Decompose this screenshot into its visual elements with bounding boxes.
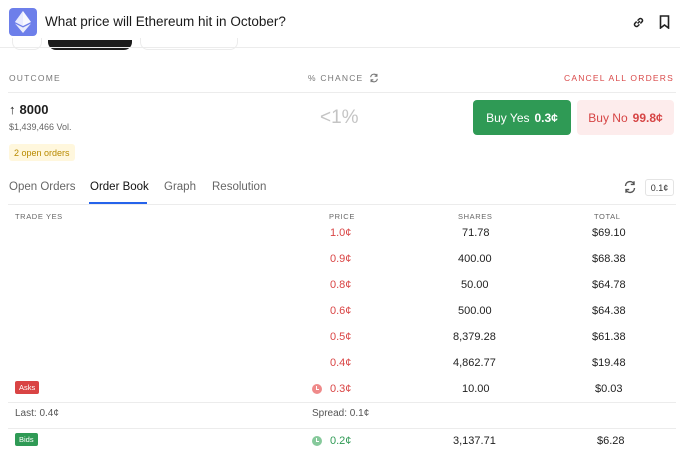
ask-row[interactable]: 1.0¢ 71.78 $69.10 <box>0 228 680 246</box>
ask-total: $64.38 <box>592 305 626 317</box>
ask-total: $64.78 <box>592 279 626 291</box>
divider <box>8 204 676 205</box>
ask-row[interactable]: 0.5¢ 8,379.28 $61.38 <box>0 324 680 350</box>
ask-price: 0.8¢ <box>330 279 352 291</box>
ask-shares: 8,379.28 <box>453 331 496 343</box>
ask-shares: 500.00 <box>458 305 492 317</box>
open-orders-badge[interactable]: 2 open orders <box>9 144 75 161</box>
divider <box>8 402 676 403</box>
sync-icon[interactable] <box>369 73 379 83</box>
spread: Spread: 0.1¢ <box>312 408 370 419</box>
buy-no-label: Buy No <box>588 110 628 125</box>
scrolled-pill[interactable] <box>140 38 238 50</box>
tick-size-select[interactable]: 0.1¢ <box>645 179 674 196</box>
chance-column-header: % CHANCE <box>308 73 379 83</box>
chance-header-label: % CHANCE <box>308 73 364 83</box>
ethereum-icon <box>9 8 37 36</box>
ask-total: $69.10 <box>592 228 626 239</box>
order-book: 1.0¢ 71.78 $69.10 0.9¢ 400.00 $68.38 0.8… <box>0 228 680 462</box>
bid-shares: 3,137.71 <box>453 435 496 447</box>
refresh-icon[interactable] <box>623 180 637 194</box>
ask-price: 0.3¢ <box>330 383 352 395</box>
ask-total: $68.38 <box>592 253 626 265</box>
ask-total: $0.03 <box>595 383 623 395</box>
bids-badge: Bids <box>15 433 38 446</box>
market-title: What price will Ethereum hit in October? <box>45 14 286 29</box>
bid-row[interactable]: Bids 0.2¢ 3,137.71 $6.28 <box>0 428 680 454</box>
divider <box>0 47 680 48</box>
buy-no-button[interactable]: Buy No 99.8¢ <box>577 100 674 135</box>
chance-value: <1% <box>320 107 359 128</box>
ask-price: 0.9¢ <box>330 253 352 265</box>
ask-price: 0.5¢ <box>330 331 352 343</box>
bookmark-icon[interactable] <box>656 13 672 31</box>
ask-total: $61.38 <box>592 331 626 343</box>
tab-resolution[interactable]: Resolution <box>212 181 266 193</box>
market-header: What price will Ethereum hit in October? <box>0 0 680 50</box>
ask-row[interactable]: Asks 0.3¢ 10.00 $0.03 <box>0 376 680 402</box>
tab-graph[interactable]: Graph <box>164 181 196 193</box>
divider <box>8 92 676 93</box>
outcome-value: 8000 <box>19 102 49 117</box>
outcome-label: ↑ 8000 <box>9 102 48 117</box>
volume-text: $1,439,466 Vol. <box>9 122 72 132</box>
shares-header: SHARES <box>458 212 493 221</box>
arrow-up-icon: ↑ <box>9 102 16 117</box>
asks-badge: Asks <box>15 381 40 394</box>
tab-open-orders[interactable]: Open Orders <box>9 181 75 193</box>
ask-price: 1.0¢ <box>330 228 352 239</box>
ask-shares: 71.78 <box>462 228 490 239</box>
ask-row[interactable]: 0.4¢ 4,862.77 $19.48 <box>0 350 680 376</box>
clock-icon[interactable] <box>312 436 322 446</box>
total-header: TOTAL <box>594 212 621 221</box>
clock-icon[interactable] <box>312 384 322 394</box>
ask-total: $19.48 <box>592 357 626 369</box>
bid-price: 0.2¢ <box>330 435 352 447</box>
cancel-all-orders-link[interactable]: CANCEL ALL ORDERS <box>564 73 674 83</box>
buy-yes-price: 0.3¢ <box>534 110 558 125</box>
buy-no-price: 99.8¢ <box>632 110 663 125</box>
scrolled-pill-active[interactable] <box>48 40 132 50</box>
ask-price: 0.6¢ <box>330 305 352 317</box>
outcome-column-header: OUTCOME <box>9 73 61 83</box>
ask-row[interactable]: 0.9¢ 400.00 $68.38 <box>0 246 680 272</box>
ask-shares: 400.00 <box>458 253 492 265</box>
ask-row[interactable]: 0.6¢ 500.00 $64.38 <box>0 298 680 324</box>
trade-yes-header: TRADE YES <box>15 212 63 221</box>
bid-total: $6.28 <box>597 435 625 447</box>
ask-row[interactable]: 0.8¢ 50.00 $64.78 <box>0 272 680 298</box>
ask-shares: 4,862.77 <box>453 357 496 369</box>
link-icon[interactable] <box>630 13 646 31</box>
tab-order-book[interactable]: Order Book <box>90 181 149 193</box>
ask-shares: 10.00 <box>462 383 490 395</box>
buy-yes-button[interactable]: Buy Yes 0.3¢ <box>473 100 571 135</box>
last-price: Last: 0.4¢ <box>15 408 59 419</box>
tab-bar: Open Orders Order Book Graph Resolution <box>0 178 680 205</box>
buy-yes-label: Buy Yes <box>486 110 530 125</box>
ask-shares: 50.00 <box>461 279 489 291</box>
price-header: PRICE <box>329 212 355 221</box>
ask-price: 0.4¢ <box>330 357 352 369</box>
scrolled-pill[interactable] <box>12 38 42 50</box>
